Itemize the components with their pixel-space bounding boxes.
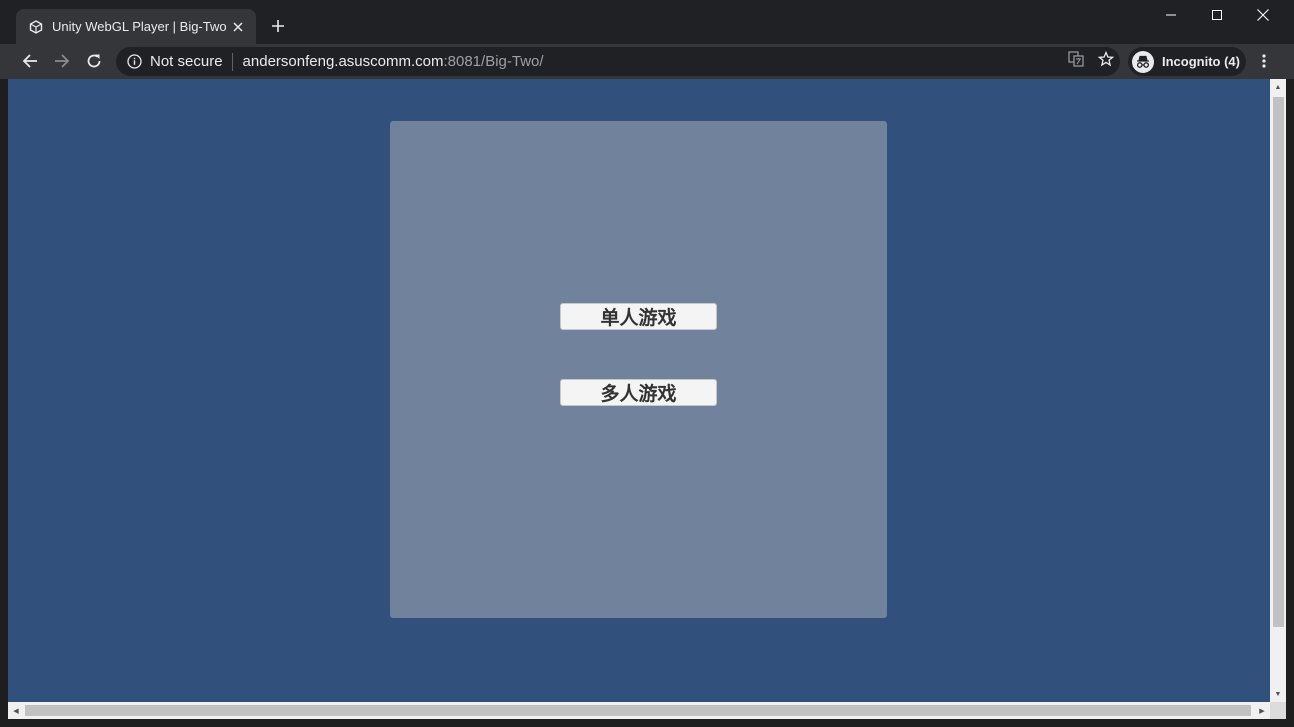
incognito-label: Incognito (4) (1162, 54, 1240, 69)
url-path: :8081/Big-Two/ (443, 53, 544, 70)
game-canvas-panel: 单人游戏 多人游戏 (390, 121, 887, 618)
more-menu-icon[interactable] (1252, 47, 1276, 75)
single-player-button[interactable]: 单人游戏 (560, 303, 717, 330)
scroll-up-arrow-icon[interactable]: ▲ (1270, 79, 1286, 95)
scrollbar-corner (1270, 702, 1286, 719)
maximize-icon[interactable] (1194, 0, 1240, 30)
vertical-scroll-thumb[interactable] (1273, 97, 1284, 627)
security-status: Not secure (150, 53, 223, 70)
horizontal-scrollbar[interactable]: ◀ ▶ (8, 702, 1270, 719)
close-window-icon[interactable] (1240, 0, 1286, 30)
browser-tab[interactable]: Unity WebGL Player | Big-Two (16, 9, 256, 44)
scroll-left-arrow-icon[interactable]: ◀ (8, 702, 24, 719)
unity-icon (28, 19, 44, 35)
window-left-edge (0, 79, 8, 727)
title-bar: Unity WebGL Player | Big-Two (0, 0, 1294, 44)
address-bar[interactable]: Not secure andersonfeng.asuscomm.com:808… (116, 47, 1120, 76)
bookmark-star-icon[interactable] (1097, 50, 1115, 72)
new-tab-button[interactable] (266, 14, 290, 38)
window-right-edge (1286, 79, 1294, 727)
scroll-down-arrow-icon[interactable]: ▼ (1270, 686, 1286, 702)
page-viewport: 单人游戏 多人游戏 (8, 79, 1270, 702)
scroll-right-arrow-icon[interactable]: ▶ (1254, 702, 1270, 719)
back-icon[interactable] (16, 47, 44, 75)
multi-player-button[interactable]: 多人游戏 (560, 379, 717, 406)
tab-title: Unity WebGL Player | Big-Two (52, 19, 227, 34)
incognito-icon (1132, 50, 1154, 73)
reload-icon[interactable] (80, 47, 108, 75)
vertical-scrollbar[interactable]: ▲ ▼ (1270, 79, 1286, 702)
minimize-icon[interactable] (1148, 0, 1194, 30)
url-host: andersonfeng.asuscomm.com (242, 53, 444, 70)
omnibox-divider (231, 52, 233, 71)
translate-icon[interactable] (1068, 51, 1084, 72)
forward-icon[interactable] (48, 47, 76, 75)
window-bottom-edge (0, 719, 1294, 727)
browser-toolbar: Not secure andersonfeng.asuscomm.com:808… (0, 44, 1294, 79)
incognito-button[interactable]: Incognito (4) (1128, 47, 1246, 76)
close-tab-icon[interactable] (230, 19, 246, 35)
horizontal-scroll-thumb[interactable] (25, 705, 1251, 716)
info-icon[interactable] (126, 54, 142, 70)
